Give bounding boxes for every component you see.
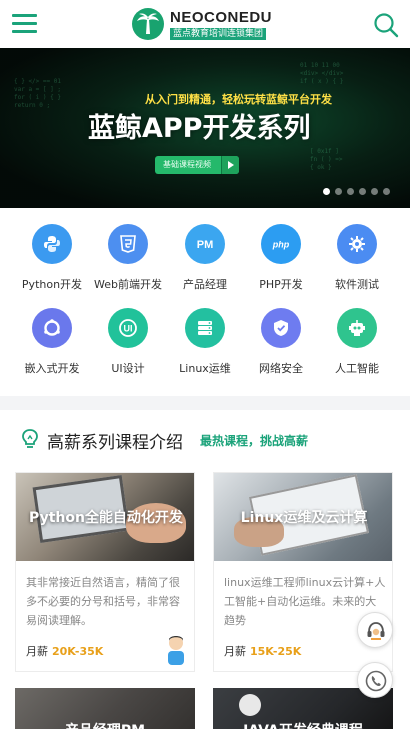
category-label: Python开发: [21, 278, 83, 291]
banner-decoration: 01 10 11 00 <div> </div> if ( x ) { }: [300, 62, 344, 85]
logo-subtitle: 蓝点教育培训连锁集团: [170, 28, 267, 40]
banner-decoration: { } </> == 01 var a = [ ] ; for ( i ) { …: [14, 78, 61, 109]
banner-slogan: 从入门到精通，轻松玩转蓝鲸平台开发: [145, 93, 332, 106]
svg-text:php: php: [272, 240, 290, 250]
category-product-manager[interactable]: PM 产品经理: [164, 224, 246, 302]
category-network-security[interactable]: 网络安全: [240, 308, 322, 386]
carousel-dot[interactable]: [347, 188, 354, 195]
category-php[interactable]: php PHP开发: [240, 224, 322, 302]
salary-label: 月薪: [26, 645, 48, 658]
course-card-title: JAVA开发经典课程: [213, 720, 393, 729]
palm-tree-logo-icon: [132, 8, 164, 40]
hamburger-menu-icon[interactable]: [12, 13, 37, 35]
category-label: 产品经理: [183, 278, 227, 291]
salary-value: 15K-25K: [250, 645, 302, 658]
carousel-dot[interactable]: [359, 188, 366, 195]
section-subtitle: 最热课程，挑战高薪: [200, 434, 309, 448]
banner-title: 蓝鲸APP开发系列: [88, 113, 311, 144]
category-ai[interactable]: 人工智能: [316, 308, 398, 386]
course-card-description: 其非常接近自然语言，精简了很多不必要的分号和括号，非常容易阅读理解。: [26, 576, 180, 627]
gear-bug-icon: [337, 224, 377, 264]
category-ui-design[interactable]: UI UI设计: [87, 308, 169, 386]
course-card-salary: 月薪 20K-35K: [26, 643, 103, 659]
robot-icon: [337, 308, 377, 348]
carousel-dot[interactable]: [371, 188, 378, 195]
play-arrow-icon: [221, 156, 239, 174]
pm-icon: PM: [185, 224, 225, 264]
section-title: 高薪系列课程介绍: [47, 433, 183, 453]
banner-cta-button[interactable]: 基础课程视频: [155, 156, 239, 174]
course-card-salary: 月薪 15K-25K: [224, 643, 301, 659]
category-software-testing[interactable]: 软件测试: [316, 224, 398, 302]
avatar: [164, 633, 188, 665]
search-icon[interactable]: [373, 12, 399, 38]
shield-icon: [261, 308, 301, 348]
category-web-frontend[interactable]: Web前端开发: [87, 224, 169, 302]
course-card-title: 产品经理PM: [15, 720, 195, 729]
category-linux[interactable]: Linux运维: [164, 308, 246, 386]
logo-name: NEOCONEDU: [170, 9, 273, 26]
category-label: UI设计: [111, 362, 145, 375]
category-label: 网络安全: [259, 362, 303, 375]
python-icon: [32, 224, 72, 264]
category-label: PHP开发: [259, 278, 303, 291]
server-icon: [185, 308, 225, 348]
html5-icon: [108, 224, 148, 264]
category-label: Web前端开发: [94, 278, 162, 291]
carousel-dots: [318, 188, 390, 196]
customer-service-icon[interactable]: [357, 612, 393, 648]
lightbulb-icon: [20, 428, 40, 450]
ui-icon: UI: [108, 308, 148, 348]
category-label: 嵌入式开发: [24, 362, 80, 375]
carousel-dot[interactable]: [323, 188, 330, 195]
course-card-image: Linux运维及云计算: [214, 473, 392, 561]
banner-cta-label: 基础课程视频: [163, 160, 211, 169]
category-embedded[interactable]: 嵌入式开发: [11, 308, 93, 386]
carousel-dot[interactable]: [383, 188, 390, 195]
php-icon: php: [261, 224, 301, 264]
course-category-grid: Python开发 Web前端开发 PM 产品经理 php PHP开发 软件测试 …: [0, 208, 410, 396]
banner-decoration: [ 0x1f ] fn ( ) => { ok }: [310, 148, 343, 171]
svg-text:UI: UI: [124, 324, 133, 334]
carousel-dot[interactable]: [335, 188, 342, 195]
salary-label: 月薪: [224, 645, 246, 658]
category-label: 人工智能: [335, 362, 379, 375]
course-card-image: Python全能自动化开发: [16, 473, 194, 561]
category-label: Linux运维: [179, 362, 231, 375]
course-card-title: Python全能自动化开发: [29, 510, 183, 526]
course-card-pm[interactable]: 产品经理PM: [15, 688, 195, 729]
hero-banner[interactable]: { } </> == 01 var a = [ ] ; for ( i ) { …: [0, 48, 410, 208]
course-card-title: Linux运维及云计算: [240, 510, 368, 526]
coffee-cup-icon: [239, 694, 261, 716]
category-python[interactable]: Python开发: [11, 224, 93, 302]
course-card-python[interactable]: Python全能自动化开发 其非常接近自然语言，精简了很多不必要的分号和括号，非…: [15, 472, 195, 672]
ring-chip-icon: [32, 308, 72, 348]
svg-text:PM: PM: [197, 239, 214, 251]
site-logo[interactable]: NEOCONEDU 蓝点教育培训连锁集团: [132, 6, 280, 42]
phone-icon[interactable]: [357, 662, 393, 698]
top-header: NEOCONEDU 蓝点教育培训连锁集团: [0, 0, 410, 48]
category-label: 软件测试: [335, 278, 379, 291]
salary-value: 20K-35K: [52, 645, 104, 658]
courses-section: 高薪系列课程介绍 最热课程，挑战高薪 Python全能自动化开发 其非常接近自然…: [0, 410, 410, 729]
